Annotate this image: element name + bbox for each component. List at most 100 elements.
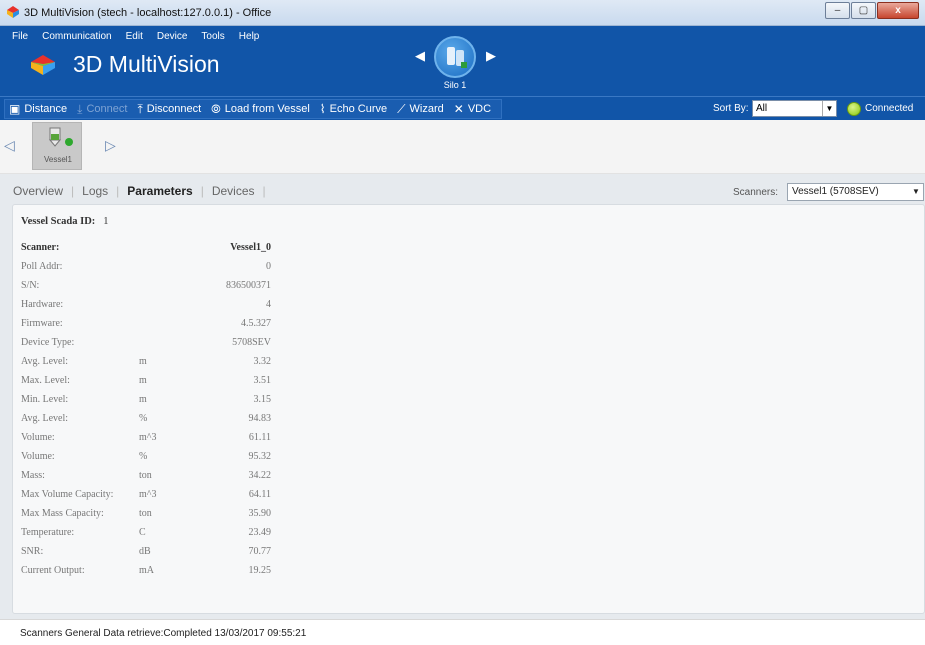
brand-logo-icon — [31, 55, 55, 75]
vessel-scada-label: Vessel Scada ID: — [21, 216, 96, 227]
param-label: Min. Level: — [21, 394, 69, 405]
param-row-min-level: Min. Level: m 3.15 — [21, 394, 271, 408]
load-from-vessel-label: Load from Vessel — [224, 103, 310, 115]
next-silo-arrow-icon[interactable]: ▶ — [486, 48, 496, 64]
param-row-avg-level-pct: Avg. Level: % 94.83 — [21, 413, 271, 427]
param-row-temperature: Temperature: C 23.49 — [21, 527, 271, 541]
scanners-label: Scanners: — [733, 187, 779, 198]
param-unit: ton — [139, 508, 152, 519]
prev-vessel-arrow-icon[interactable]: ◁ — [4, 137, 15, 154]
wizard-button[interactable]: ⟋ Wizard — [397, 102, 444, 117]
maximize-button[interactable]: ▢ — [851, 2, 876, 19]
chevron-down-icon: ▼ — [822, 101, 836, 116]
chevron-down-icon: ▼ — [912, 187, 920, 196]
param-label: Firmware: — [21, 318, 63, 329]
menu-file[interactable]: File — [12, 31, 28, 42]
param-row-current-output: Current Output: mA 19.25 — [21, 565, 271, 579]
param-unit: m — [139, 356, 147, 367]
next-vessel-arrow-icon[interactable]: ▷ — [105, 137, 116, 154]
vessel-tile-label: Vessel1 — [43, 155, 73, 164]
vessel-scada-value: 1 — [103, 216, 109, 227]
connect-label: Connect — [86, 103, 128, 115]
param-row-max-mass-capacity: Max Mass Capacity: ton 35.90 — [21, 508, 271, 522]
param-value: 61.11 — [248, 432, 271, 443]
main-area: Vessel Scada ID: 1 Scanner: Vessel1_0 Pol… — [0, 204, 925, 619]
param-value: 95.32 — [248, 451, 272, 462]
param-unit: m^3 — [139, 432, 157, 443]
vessel-tile[interactable]: Vessel1 — [32, 122, 82, 170]
param-value: 3.51 — [253, 375, 272, 386]
param-value: 5708SEV — [232, 337, 271, 348]
tab-parameters[interactable]: Parameters — [127, 184, 192, 198]
param-value: 35.90 — [248, 508, 272, 519]
param-value: 4.5.327 — [241, 318, 271, 329]
param-row-max-volume-capacity: Max Volume Capacity: m^3 64.11 — [21, 489, 271, 503]
minimize-button[interactable]: – — [825, 2, 850, 19]
tools-icon: ✕ — [453, 102, 464, 116]
connect-button[interactable]: ⤓ Connect — [77, 102, 127, 117]
param-label: Avg. Level: — [21, 356, 69, 367]
param-value: 23.49 — [248, 527, 272, 538]
param-unit: % — [139, 451, 148, 462]
param-label: SNR: — [21, 546, 44, 557]
echo-curve-label: Echo Curve — [329, 103, 388, 115]
menu-tools[interactable]: Tools — [201, 31, 224, 42]
menu-device[interactable]: Device — [157, 31, 188, 42]
disconnect-button[interactable]: ⤒ Disconnect — [137, 102, 201, 117]
tab-separator: | — [200, 184, 204, 198]
param-unit: m — [139, 394, 147, 405]
silo-tanks-icon — [447, 47, 467, 68]
scanners-select[interactable]: Vessel1 (5708SEV) ▼ — [787, 183, 924, 201]
sort-by-select[interactable]: All ▼ — [752, 100, 837, 117]
param-value: 4 — [266, 299, 271, 310]
param-label: Max Mass Capacity: — [21, 508, 104, 519]
param-row-poll-addr: Poll Addr: 0 — [21, 261, 271, 275]
distance-button[interactable]: ▣ Distance — [9, 102, 67, 116]
vdc-label: VDC — [467, 103, 492, 115]
param-label: Hardware: — [21, 299, 64, 310]
menu-communication[interactable]: Communication — [42, 31, 111, 42]
menu-bar: File Communication Edit Device Tools Hel… — [12, 31, 273, 42]
param-row-snr: SNR: dB 70.77 — [21, 546, 271, 560]
scanner-header-label: Scanner: — [21, 242, 60, 253]
param-value: 34.22 — [248, 470, 272, 481]
tab-logs[interactable]: Logs — [82, 184, 108, 198]
param-row-avg-level-m: Avg. Level: m 3.32 — [21, 356, 271, 370]
vdc-button[interactable]: ✕ VDC — [454, 102, 491, 116]
menu-edit[interactable]: Edit — [126, 31, 143, 42]
close-button[interactable]: x — [877, 2, 919, 19]
load-from-vessel-button[interactable]: ⦾ Load from Vessel — [211, 102, 310, 117]
connection-status-icon — [847, 102, 861, 116]
connection-status-text: Connected — [865, 103, 914, 114]
param-value: 70.77 — [248, 546, 272, 557]
param-label: Max Volume Capacity: — [21, 489, 114, 500]
param-label: Mass: — [21, 470, 45, 481]
silo-label: Silo 1 — [443, 80, 467, 90]
param-value: 3.32 — [253, 356, 272, 367]
prev-silo-arrow-icon[interactable]: ◀ — [415, 48, 425, 64]
distance-icon: ▣ — [9, 102, 21, 116]
param-unit: % — [139, 413, 148, 424]
echo-curve-button[interactable]: ⌇ Echo Curve — [320, 102, 387, 116]
param-row-hardware: Hardware: 4 — [21, 299, 271, 313]
param-value: 64.11 — [248, 489, 271, 500]
param-label: Poll Addr: — [21, 261, 63, 272]
param-label: Avg. Level: — [21, 413, 69, 424]
tab-separator: | — [71, 184, 75, 198]
scanner-header-value: Vessel1_0 — [230, 242, 271, 253]
param-row-device-type: Device Type: 5708SEV — [21, 337, 271, 351]
vessel-strip: ◁ Vessel1 ▷ — [0, 120, 925, 174]
param-unit: ton — [139, 470, 152, 481]
scanners-value: Vessel1 (5708SEV) — [792, 186, 879, 197]
param-row-volume-m3: Volume: m^3 61.11 — [21, 432, 271, 446]
app-header: File Communication Edit Device Tools Hel… — [0, 26, 925, 96]
param-row-sn: S/N: 836500371 — [21, 280, 271, 294]
silo-icon[interactable] — [434, 36, 476, 78]
tab-overview[interactable]: Overview — [13, 184, 63, 198]
tab-devices[interactable]: Devices — [212, 184, 255, 198]
menu-help[interactable]: Help — [239, 31, 260, 42]
sort-by-label: Sort By: — [713, 103, 749, 114]
vessel-scada-id: Vessel Scada ID: 1 — [21, 216, 109, 227]
param-unit: C — [139, 527, 146, 538]
scanner-header-row: Scanner: Vessel1_0 — [21, 242, 271, 256]
